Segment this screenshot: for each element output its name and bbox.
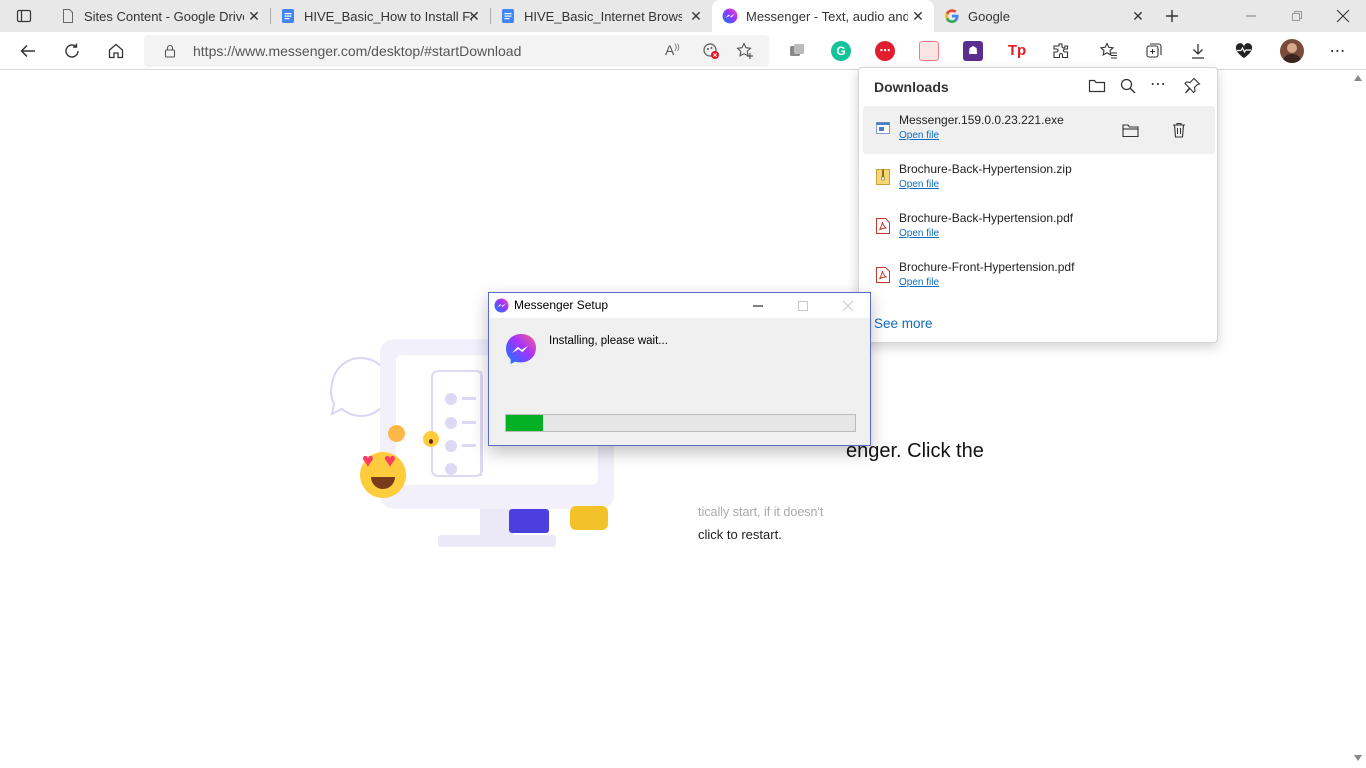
add-favorite-icon[interactable] (736, 42, 754, 60)
open-downloads-folder-icon[interactable] (1088, 78, 1106, 94)
tab-sites-content[interactable]: Sites Content - Google Drive ✕ (50, 0, 270, 32)
messenger-icon (494, 298, 509, 313)
tab-hive-browsing[interactable]: HIVE_Basic_Internet Browsing ✕ (492, 0, 712, 32)
pdf-file-icon (876, 218, 890, 234)
url-text[interactable]: https://www.messenger.com/desktop/#start… (193, 43, 521, 59)
dialog-title: Messenger Setup (514, 298, 609, 312)
download-item[interactable]: Brochure-Front-Hypertension.pdf Open fil… (863, 253, 1215, 301)
extensions-icon[interactable] (1052, 42, 1070, 60)
tab-title: Sites Content - Google Drive (84, 8, 244, 24)
download-item[interactable]: Brochure-Back-Hypertension.pdf Open file (863, 204, 1215, 252)
document-icon (63, 9, 73, 23)
tracking-prevention-icon[interactable] (702, 42, 720, 60)
google-docs-icon (282, 9, 294, 23)
tab-title: Google (968, 8, 1010, 24)
tab-strip: Sites Content - Google Drive ✕ HIVE_Basi… (0, 0, 1366, 32)
download-file-name: Brochure-Back-Hypertension.zip (899, 162, 1072, 176)
pdf-extension-icon[interactable] (919, 41, 939, 61)
grammarly-icon[interactable]: G (831, 41, 851, 61)
downloads-icon[interactable] (1189, 42, 1207, 60)
browser-toolbar: https://www.messenger.com/desktop/#start… (0, 32, 1366, 70)
install-status-text: Installing, please wait... (549, 335, 668, 347)
open-file-link[interactable]: Open file (899, 277, 939, 288)
delete-icon[interactable] (1172, 122, 1186, 138)
heart-eyes-emoji-icon: ♥ ♥ (360, 450, 406, 498)
close-icon[interactable]: ✕ (688, 8, 704, 24)
download-item[interactable]: Messenger.159.0.0.23.221.exe Open file (863, 106, 1215, 154)
browser-essentials-icon[interactable] (1234, 42, 1254, 60)
angry-emoji-icon (388, 425, 405, 442)
minimize-button[interactable] (1237, 2, 1265, 30)
see-more-link[interactable]: See more (874, 316, 933, 331)
open-file-link[interactable]: Open file (899, 179, 939, 190)
tab-title: Messenger - Text, audio and v (746, 8, 908, 24)
show-in-folder-icon[interactable] (1122, 123, 1139, 138)
messenger-logo-icon (506, 334, 536, 364)
install-progress-bar (505, 414, 856, 432)
maximize-icon (798, 301, 808, 311)
open-file-link[interactable]: Open file (899, 228, 939, 239)
pin-icon[interactable] (1184, 77, 1201, 94)
favorites-icon[interactable] (1100, 42, 1118, 60)
wow-emoji-icon (423, 431, 439, 447)
close-icon[interactable]: ✕ (466, 8, 482, 24)
tab-hive-install[interactable]: HIVE_Basic_How to Install Fac ✕ (272, 0, 490, 32)
tab-actions-icon[interactable] (10, 2, 38, 30)
downloads-title: Downloads (874, 79, 949, 95)
scroll-down-icon[interactable] (1354, 755, 1362, 761)
dialog-titlebar[interactable]: Messenger Setup (489, 293, 870, 318)
download-file-name: Messenger.159.0.0.23.221.exe (899, 113, 1064, 127)
refresh-button[interactable] (58, 37, 86, 65)
search-icon[interactable] (1120, 78, 1136, 94)
read-aloud-icon[interactable]: A)) (665, 42, 680, 58)
restore-button[interactable] (1283, 2, 1311, 30)
restart-link[interactable]: click to restart. (698, 527, 782, 542)
close-icon[interactable]: ✕ (1130, 8, 1146, 24)
close-icon (842, 300, 854, 312)
messenger-setup-dialog: Messenger Setup Installing, please wait.… (488, 292, 871, 446)
settings-more-button[interactable]: ⋯ (1324, 37, 1352, 65)
download-item[interactable]: Brochure-Back-Hypertension.zip Open file (863, 155, 1215, 203)
download-file-name: Brochure-Back-Hypertension.pdf (899, 211, 1074, 225)
download-file-name: Brochure-Front-Hypertension.pdf (899, 260, 1075, 274)
home-button[interactable] (102, 37, 130, 65)
collections-icon[interactable] (1145, 42, 1163, 60)
tab-google[interactable]: Google ✕ (934, 0, 1154, 32)
window-close-button[interactable] (1329, 2, 1357, 30)
tab-title: HIVE_Basic_Internet Browsing (524, 8, 682, 24)
progress-fill (506, 415, 543, 431)
google-docs-icon (502, 9, 514, 23)
pdf-file-icon (876, 267, 890, 283)
close-icon[interactable]: ✕ (246, 8, 262, 24)
zip-file-icon (876, 169, 890, 185)
more-options-icon[interactable]: ⋯ (1150, 74, 1166, 94)
new-tab-button[interactable] (1158, 2, 1186, 30)
avatar[interactable] (1280, 39, 1304, 63)
back-button[interactable] (14, 37, 42, 65)
tab-separator (270, 8, 271, 24)
page-subtext: tically start, if it doesn't (698, 505, 824, 519)
cup-extension-icon[interactable]: ☗ (963, 41, 983, 61)
exe-file-icon (876, 122, 890, 134)
lastpass-icon[interactable]: ⋯ (875, 41, 895, 61)
workspaces-icon[interactable] (788, 42, 806, 60)
google-icon (945, 9, 959, 23)
downloads-panel: Downloads ⋯ Messenger.159.0.0.23.221.exe… (858, 67, 1218, 343)
tab-title: HIVE_Basic_How to Install Fac (304, 8, 472, 24)
open-file-link[interactable]: Open file (899, 130, 939, 141)
minimize-icon[interactable] (752, 300, 764, 312)
lock-icon[interactable] (163, 44, 177, 58)
tp-extension-icon[interactable]: Tp (1007, 41, 1027, 61)
tab-messenger[interactable]: Messenger - Text, audio and v ✕ (712, 0, 934, 32)
scroll-up-icon[interactable] (1354, 75, 1362, 81)
tab-separator (490, 8, 491, 24)
page-scrollbar[interactable] (1350, 71, 1366, 768)
close-icon[interactable]: ✕ (910, 8, 926, 24)
messenger-icon (722, 8, 738, 24)
address-bar[interactable]: https://www.messenger.com/desktop/#start… (144, 35, 769, 67)
